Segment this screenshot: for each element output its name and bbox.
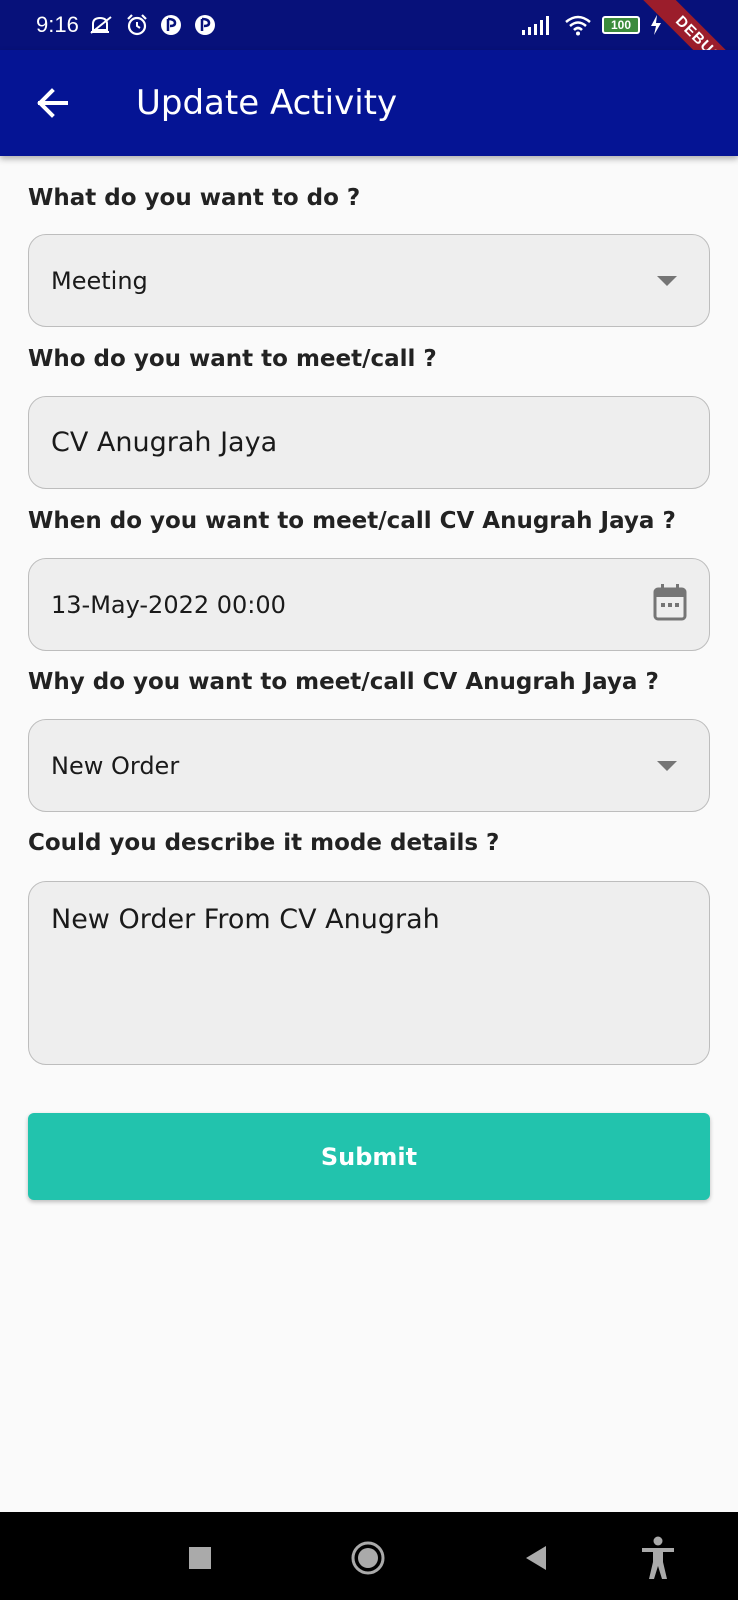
reason-label: Why do you want to meet/call CV Anugrah … <box>28 669 659 695</box>
back-button[interactable] <box>22 73 82 133</box>
wifi-icon <box>564 14 592 36</box>
contact-value: CV Anugrah Jaya <box>51 427 278 458</box>
app-icon <box>193 13 217 37</box>
contact-field[interactable]: CV Anugrah Jaya <box>28 396 710 489</box>
home-button[interactable] <box>346 1536 390 1580</box>
dropdown-arrow-icon <box>657 275 677 286</box>
system-nav-bar <box>0 1512 738 1600</box>
activity-type-label: What do you want to do ? <box>28 185 361 211</box>
nav-back-button[interactable] <box>516 1538 556 1578</box>
details-label: Could you describe it mode details ? <box>28 830 500 856</box>
status-right: 100 <box>522 14 662 36</box>
datetime-value: 13-May-2022 00:00 <box>51 590 286 619</box>
recent-apps-button[interactable] <box>180 1538 220 1578</box>
accessibility-icon <box>642 1536 674 1579</box>
app-icon <box>159 13 183 37</box>
reason-dropdown[interactable]: New Order <box>28 719 710 812</box>
activity-type-value: Meeting <box>51 266 148 295</box>
signal-icon <box>522 15 554 35</box>
dropdown-arrow-icon <box>657 760 677 771</box>
page-title: Update Activity <box>136 83 398 123</box>
accessibility-button[interactable] <box>638 1534 678 1582</box>
status-left: 9:16 <box>36 12 217 38</box>
alarm-icon <box>125 13 149 37</box>
details-textarea[interactable]: New Order From CV Anugrah <box>28 881 710 1065</box>
calendar-icon[interactable] <box>653 583 687 627</box>
home-icon <box>351 1541 385 1575</box>
datetime-field[interactable]: 13-May-2022 00:00 <box>28 558 710 651</box>
status-bar: 9:16 100 <box>0 0 738 50</box>
back-icon <box>526 1546 546 1570</box>
datetime-label: When do you want to meet/call CV Anugrah… <box>28 508 676 534</box>
status-time: 9:16 <box>36 12 79 37</box>
app-bar: Update Activity <box>0 50 738 156</box>
reason-value: New Order <box>51 751 180 780</box>
recent-apps-icon <box>189 1547 211 1569</box>
submit-button[interactable]: Submit <box>28 1113 710 1200</box>
arrow-left-icon <box>37 88 68 118</box>
battery-icon: 100 <box>602 16 640 34</box>
mute-icon <box>89 14 115 36</box>
activity-type-dropdown[interactable]: Meeting <box>28 234 710 327</box>
details-value: New Order From CV Anugrah <box>51 904 440 935</box>
charging-icon <box>650 15 662 35</box>
contact-label: Who do you want to meet/call ? <box>28 346 437 372</box>
